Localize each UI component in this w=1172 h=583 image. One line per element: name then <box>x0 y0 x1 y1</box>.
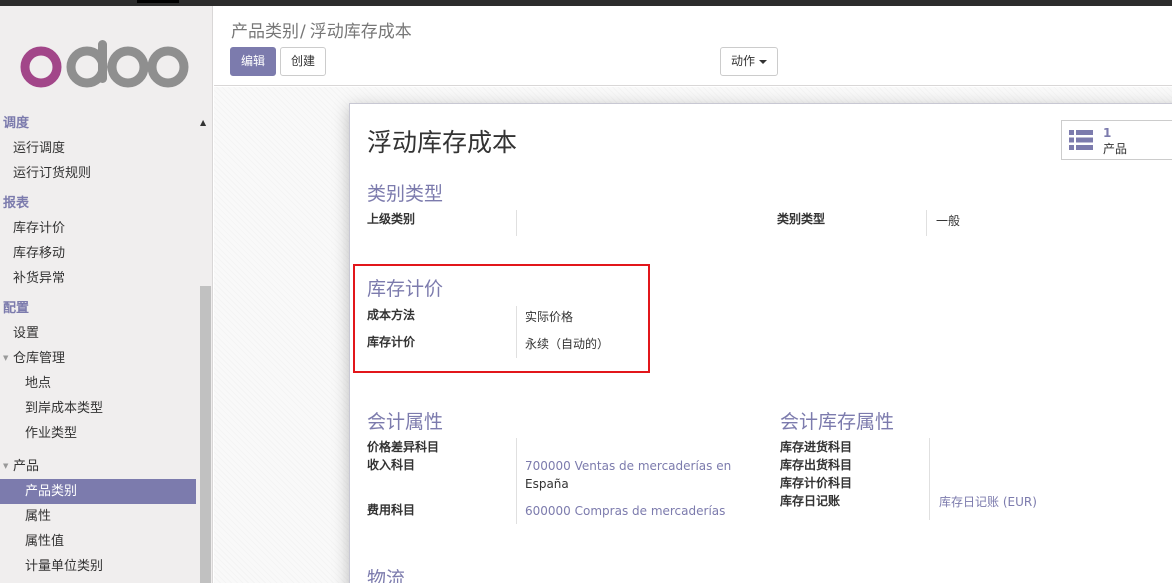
sidebar-section-reporting: 报表 <box>3 196 30 211</box>
inventory-valuation-field[interactable]: 永续（自动的） <box>525 335 609 352</box>
category-type-label: 类别类型 <box>777 212 826 226</box>
sidebar-item-operation-types[interactable]: 作业类型 <box>0 421 196 446</box>
action-button-label: 动作 <box>731 54 756 68</box>
section-heading-account-stock-properties: 会计库存属性 <box>780 411 895 433</box>
field-divider <box>516 438 517 524</box>
sidebar-item-attributes[interactable]: 属性 <box>0 504 196 529</box>
scroll-up-arrow-icon[interactable]: ▲ <box>200 118 206 127</box>
sidebar-item-locations[interactable]: 地点 <box>0 371 196 396</box>
expand-triangle-icon: ▼ <box>3 354 9 362</box>
products-smart-button[interactable]: 1 产品 <box>1061 120 1172 160</box>
expense-account-label: 费用科目 <box>367 503 416 517</box>
section-heading-account-properties: 会计属性 <box>367 411 444 433</box>
sidebar-section-scheduler: 调度 <box>3 116 30 131</box>
inventory-valuation-label: 库存计价 <box>367 335 416 349</box>
sidebar-item-run-scheduler[interactable]: 运行调度 <box>0 136 196 161</box>
breadcrumb: 产品类别/浮动库存成本 <box>231 17 412 42</box>
edit-button[interactable]: 编辑 <box>230 47 277 76</box>
sidebar-item-run-reorder-rules[interactable]: 运行订货规则 <box>0 161 196 186</box>
smart-button-label: 产品 <box>1103 142 1128 156</box>
section-heading-logistics: 物流 <box>367 568 406 583</box>
form-view-background: 浮动库存成本 1 产品 类别类型 上级类别 类别类型 一般 库存计价 成本方法 … <box>214 87 1172 583</box>
top-bar-indicator <box>137 0 179 3</box>
sidebar-item-label: 仓库管理 <box>13 351 66 366</box>
sidebar-item-settings[interactable]: 设置 <box>0 321 196 346</box>
caret-down-icon <box>759 59 768 64</box>
income-account-link-continued[interactable]: España <box>525 477 569 491</box>
section-heading-inventory-valuation: 库存计价 <box>367 278 444 300</box>
form-sheet: 浮动库存成本 1 产品 类别类型 上级类别 类别类型 一般 库存计价 成本方法 … <box>349 103 1172 583</box>
sidebar-item-procurement-exceptions[interactable]: 补货异常 <box>0 266 196 291</box>
sidebar-scrollbar[interactable] <box>200 286 211 583</box>
costing-method-label: 成本方法 <box>367 308 416 322</box>
record-title: 浮动库存成本 <box>367 128 518 157</box>
odoo-logo[interactable] <box>20 40 190 92</box>
sidebar-section-configuration: 配置 <box>3 301 30 316</box>
field-divider <box>516 210 517 236</box>
parent-category-label: 上级类别 <box>367 212 416 226</box>
list-icon <box>1069 130 1093 150</box>
price-difference-account-label: 价格差异科目 <box>367 440 440 454</box>
create-button[interactable]: 创建 <box>280 47 327 76</box>
sidebar-menu: 调度 运行调度 运行订货规则 报表 库存计价 库存移动 补货异常 配置 设置 ▼… <box>0 111 196 579</box>
smart-button-count: 1 <box>1103 126 1112 140</box>
sidebar-item-attribute-values[interactable]: 属性值 <box>0 529 196 554</box>
costing-method-field[interactable]: 实际价格 <box>525 308 573 325</box>
sidebar-item-products[interactable]: ▼ 产品 <box>0 454 196 479</box>
stock-output-account-label: 库存出货科目 <box>780 458 853 472</box>
sidebar-item-landed-cost-types[interactable]: 到岸成本类型 <box>0 396 196 421</box>
control-panel: 产品类别/浮动库存成本 编辑 创建 动作 <box>214 6 1172 86</box>
sidebar-item-stock-valuation[interactable]: 库存计价 <box>0 216 196 241</box>
sidebar-item-product-categories[interactable]: 产品类别 <box>0 479 196 504</box>
income-account-label: 收入科目 <box>367 458 416 472</box>
stock-journal-link[interactable]: 库存日记账 (EUR) <box>939 493 1037 511</box>
field-divider <box>516 306 517 358</box>
field-divider <box>926 210 927 236</box>
breadcrumb-separator: / <box>300 22 306 42</box>
sidebar-item-label: 产品 <box>13 459 40 474</box>
sidebar-item-uom-categories[interactable]: 计量单位类别 <box>0 554 196 579</box>
stock-valuation-account-label: 库存计价科目 <box>780 476 853 490</box>
stock-input-account-label: 库存进货科目 <box>780 440 853 454</box>
expand-triangle-icon: ▼ <box>3 462 9 470</box>
field-divider <box>929 438 930 520</box>
income-account-link[interactable]: 700000 Ventas de mercaderías en <box>525 457 731 475</box>
action-dropdown-button[interactable]: 动作 <box>720 47 779 76</box>
category-type-field[interactable]: 一般 <box>936 212 960 229</box>
sidebar: ▲ 调度 运行调度 运行订货规则 报表 库存计价 库存移动 补货异常 配置 设置… <box>0 6 213 583</box>
sidebar-item-warehouse-management[interactable]: ▼ 仓库管理 <box>0 346 196 371</box>
expense-account-link[interactable]: 600000 Compras de mercaderías <box>525 502 725 520</box>
breadcrumb-parent-link[interactable]: 产品类别 <box>231 22 299 42</box>
breadcrumb-current: 浮动库存成本 <box>309 22 412 42</box>
sidebar-item-stock-moves[interactable]: 库存移动 <box>0 241 196 266</box>
section-heading-category-type: 类别类型 <box>367 183 444 205</box>
stock-journal-label: 库存日记账 <box>780 494 841 508</box>
